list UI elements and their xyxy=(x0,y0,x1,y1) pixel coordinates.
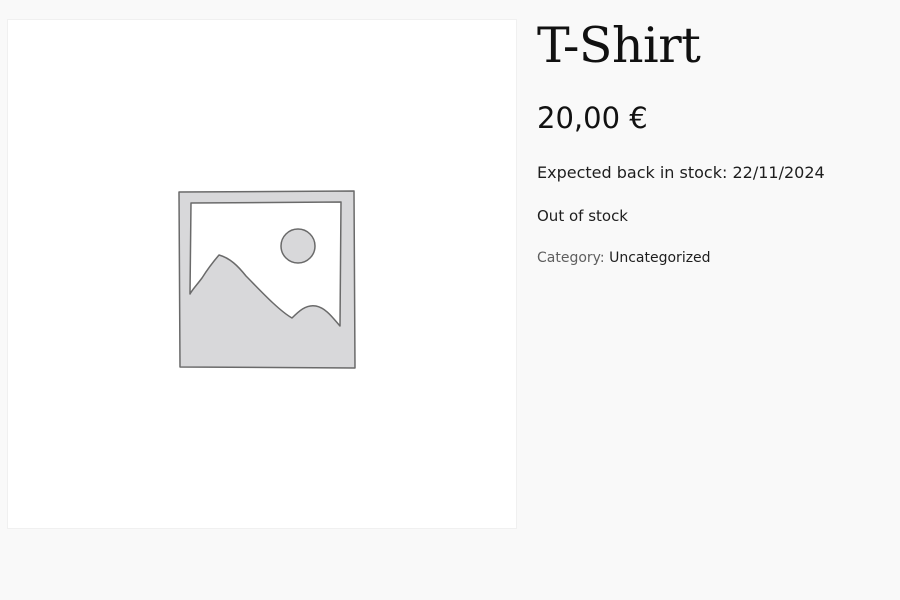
product-meta: Category: Uncategorized xyxy=(537,248,897,268)
product-page: T-Shirt 20,00 € Expected back in stock: … xyxy=(0,0,900,600)
image-placeholder-icon xyxy=(178,190,356,369)
category-link[interactable]: Uncategorized xyxy=(609,250,710,266)
backorder-note: Expected back in stock: 22/11/2024 xyxy=(537,163,825,182)
product-title: T-Shirt xyxy=(537,17,701,74)
category-label: Category: xyxy=(537,250,605,266)
stock-status: Out of stock xyxy=(537,207,628,225)
product-summary: T-Shirt 20,00 € Expected back in stock: … xyxy=(537,14,897,268)
product-price: 20,00 € xyxy=(537,101,648,135)
product-gallery[interactable] xyxy=(7,19,517,529)
